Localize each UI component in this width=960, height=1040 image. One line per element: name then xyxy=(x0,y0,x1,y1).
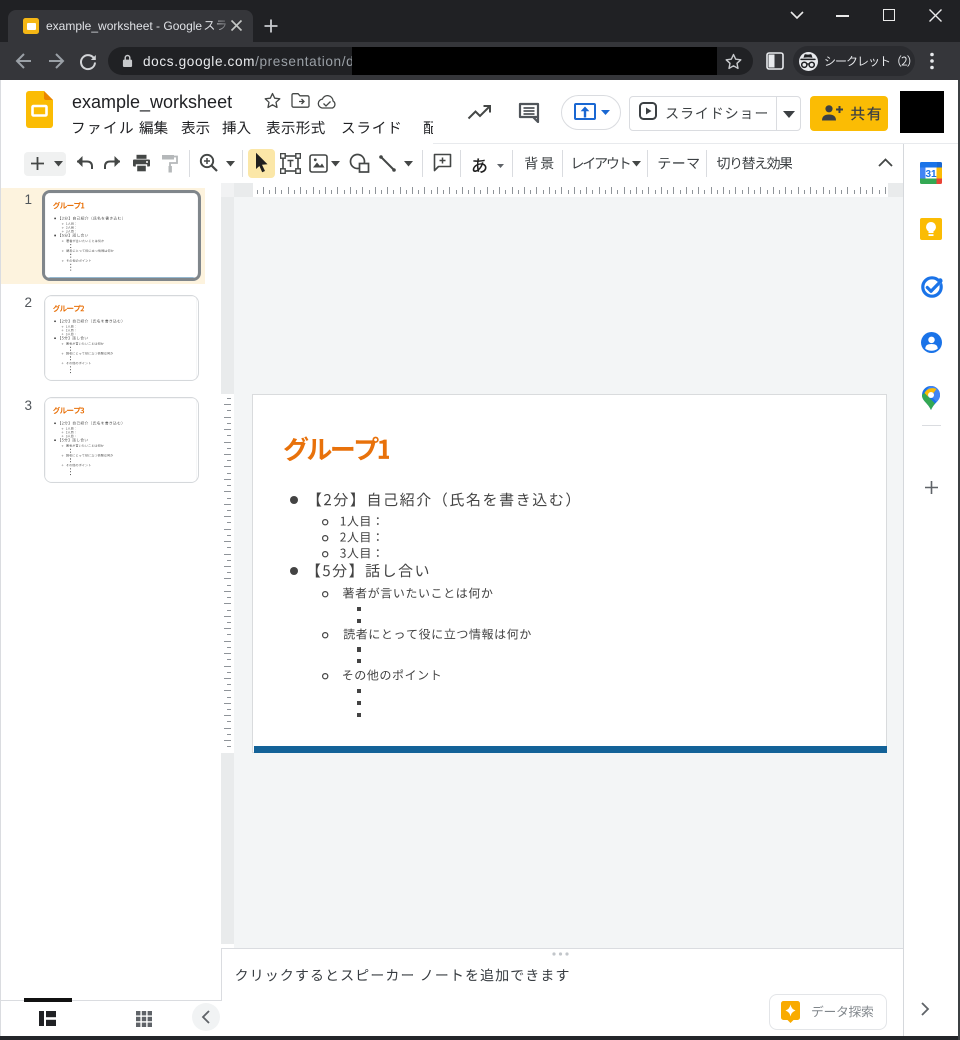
svg-text:31: 31 xyxy=(925,169,937,180)
